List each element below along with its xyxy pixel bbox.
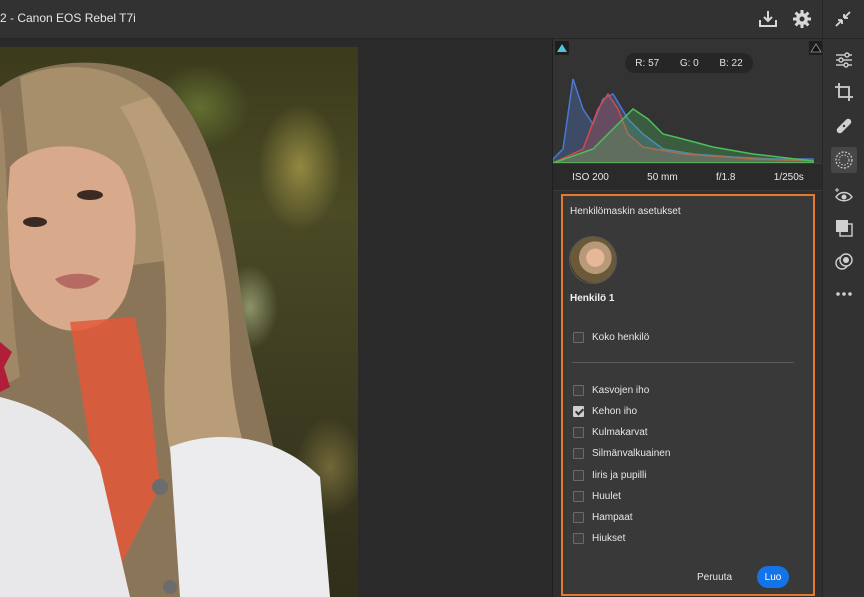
- part-option[interactable]: Hampaat: [573, 510, 633, 524]
- part-checkbox[interactable]: [573, 511, 584, 523]
- exif-info: ISO 200 50 mm f/1.8 1/250s: [553, 163, 823, 191]
- masking-tool[interactable]: [831, 147, 857, 173]
- part-label: Kasvojen iho: [592, 384, 650, 396]
- sliders-icon: [836, 52, 852, 68]
- part-label: Silmänvalkuainen: [592, 447, 671, 459]
- presets-tool[interactable]: [831, 215, 857, 241]
- rgb-readout: R: 57 G: 0 B: 22: [625, 53, 753, 73]
- part-checkbox-checked[interactable]: [573, 405, 584, 417]
- more-tool[interactable]: [831, 281, 857, 307]
- more-icon: [836, 292, 852, 296]
- part-checkbox[interactable]: [573, 469, 584, 481]
- crop-icon: [835, 83, 853, 101]
- person-name: Henkilö 1: [570, 293, 615, 304]
- export-icon[interactable]: [757, 8, 779, 30]
- b-value: B: 22: [719, 57, 743, 69]
- top-bar: 2 - Canon EOS Rebel T7i: [0, 0, 864, 39]
- bandage-icon: [836, 118, 852, 134]
- image-canvas[interactable]: [0, 39, 552, 597]
- cancel-button[interactable]: Peruuta: [697, 572, 732, 583]
- crop-tool[interactable]: [831, 79, 857, 105]
- edit-panel: R: 57 G: 0 B: 22 ISO 200 50 mm f/1.8 1/2…: [552, 39, 823, 597]
- part-option[interactable]: Iiris ja pupilli: [573, 468, 646, 482]
- part-label: Huulet: [592, 490, 621, 502]
- part-option[interactable]: Kulmakarvat: [573, 425, 648, 439]
- g-value: G: 0: [679, 57, 699, 69]
- part-label: Hiukset: [592, 532, 626, 544]
- whole-person-label: Koko henkilö: [592, 331, 650, 343]
- tool-strip: [822, 39, 864, 597]
- highlight-clipping-toggle[interactable]: [809, 41, 823, 55]
- edit-sliders-tool[interactable]: [831, 47, 857, 73]
- mask-icon: [835, 151, 853, 169]
- part-option[interactable]: Huulet: [573, 489, 621, 503]
- shutter-value: 1/250s: [773, 171, 804, 183]
- create-button[interactable]: Luo: [757, 566, 789, 588]
- part-checkbox[interactable]: [573, 447, 584, 459]
- part-option[interactable]: Kasvojen iho: [573, 383, 649, 397]
- collapse-icon[interactable]: [832, 8, 854, 30]
- whole-person-checkbox[interactable]: [573, 331, 584, 343]
- part-checkbox[interactable]: [573, 426, 584, 438]
- person-mask-settings: Henkilömaskin asetukset Henkilö 1 Koko h…: [561, 194, 815, 596]
- part-option[interactable]: Hiukset: [573, 531, 625, 545]
- snapshots-tool[interactable]: [831, 249, 857, 275]
- presets-icon: [836, 220, 853, 237]
- window-title: 2 - Canon EOS Rebel T7i: [0, 11, 136, 25]
- part-option[interactable]: Silmänvalkuainen: [573, 446, 670, 460]
- section-divider: [572, 362, 794, 363]
- red-eye-tool[interactable]: [831, 183, 857, 209]
- shadow-clipping-toggle[interactable]: [555, 41, 569, 55]
- part-label: Kulmakarvat: [592, 426, 648, 438]
- gear-icon[interactable]: [791, 8, 813, 30]
- part-option[interactable]: Kehon iho: [573, 404, 637, 418]
- part-checkbox[interactable]: [573, 384, 584, 396]
- photo-preview[interactable]: [0, 47, 358, 597]
- panel-title: Henkilömaskin asetukset: [570, 206, 681, 217]
- eye-icon: [835, 188, 853, 202]
- part-label: Iiris ja pupilli: [592, 469, 647, 481]
- healing-tool[interactable]: [831, 113, 857, 139]
- histogram: R: 57 G: 0 B: 22: [553, 39, 823, 163]
- part-label: Hampaat: [592, 511, 633, 523]
- focal-length-value: 50 mm: [647, 171, 678, 183]
- top-separator: [822, 0, 823, 38]
- part-checkbox[interactable]: [573, 490, 584, 502]
- whole-person-option[interactable]: Koko henkilö: [573, 330, 649, 344]
- r-value: R: 57: [635, 57, 660, 69]
- snapshot-icon: [835, 253, 853, 270]
- part-checkbox[interactable]: [573, 532, 584, 544]
- iso-value: ISO 200: [572, 171, 609, 183]
- person-avatar[interactable]: [569, 236, 617, 284]
- part-label: Kehon iho: [592, 405, 638, 417]
- aperture-value: f/1.8: [716, 171, 736, 183]
